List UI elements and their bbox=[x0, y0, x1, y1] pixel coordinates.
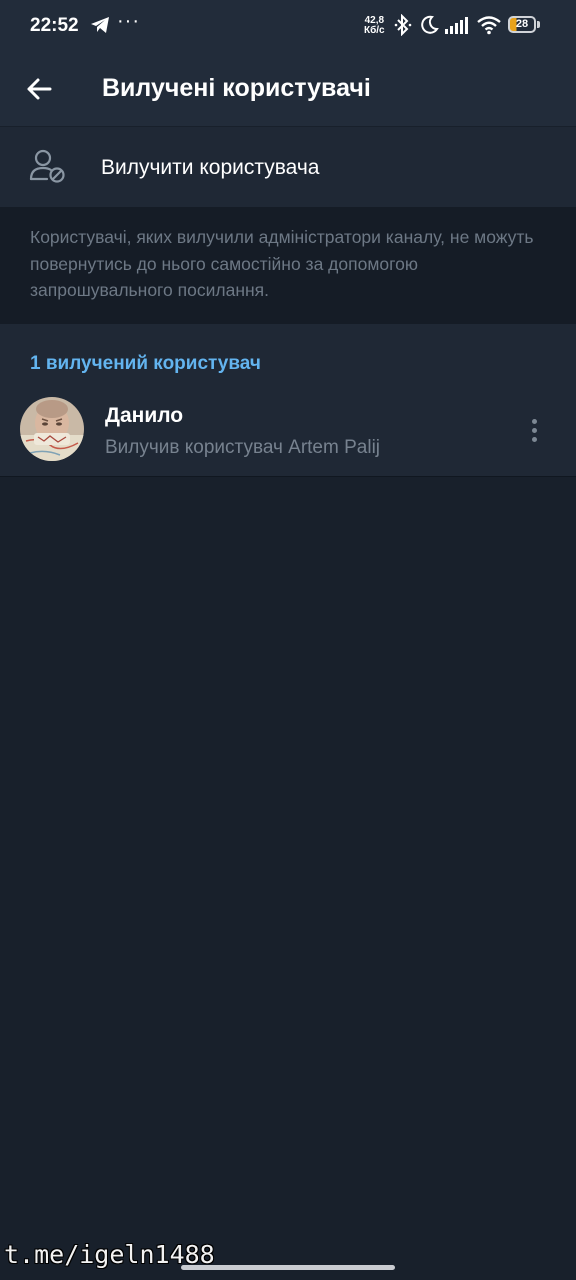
battery-icon: 28 bbox=[508, 16, 536, 33]
bluetooth-icon bbox=[394, 14, 412, 36]
removed-users-section: 1 вилучений користувач Данило Вилучив ко… bbox=[0, 324, 576, 476]
more-notifications-icon: ··· bbox=[117, 10, 140, 32]
info-box: Користувачі, яких вилучили адміністратор… bbox=[0, 207, 576, 324]
info-text: Користувачі, яких вилучили адміністратор… bbox=[30, 227, 534, 300]
section-header: 1 вилучений користувач bbox=[30, 353, 261, 374]
dot-icon bbox=[531, 427, 537, 433]
arrow-left-icon bbox=[27, 78, 52, 100]
network-speed: 42,8 Кб/с bbox=[364, 16, 385, 36]
user-remove-icon bbox=[29, 149, 65, 183]
moon-icon bbox=[421, 15, 439, 34]
more-vertical-icon[interactable] bbox=[520, 412, 548, 448]
page-title: Вилучені користувачі bbox=[102, 74, 371, 102]
signal-icon bbox=[445, 17, 468, 34]
list-item[interactable]: Данило Вилучив користувач Artem Palij bbox=[0, 388, 576, 474]
avatar bbox=[20, 397, 84, 461]
divider bbox=[0, 476, 576, 477]
back-button[interactable] bbox=[18, 68, 60, 110]
status-bar: 22:52 ··· 42,8 Кб/с 28 bbox=[0, 0, 576, 52]
dot-icon bbox=[531, 436, 537, 442]
avatar-photo bbox=[20, 397, 84, 461]
battery-level: 28 bbox=[515, 18, 529, 30]
dot-icon bbox=[531, 418, 537, 424]
user-name: Данило bbox=[105, 404, 184, 427]
app-bar: Вилучені користувачі bbox=[0, 52, 576, 126]
user-removed-by: Вилучив користувач Artem Palij bbox=[105, 437, 381, 458]
telegram-icon bbox=[91, 17, 109, 33]
wifi-icon bbox=[477, 16, 501, 35]
battery-tip bbox=[537, 21, 540, 28]
remove-user-label: Вилучити користувача bbox=[101, 156, 320, 179]
status-time: 22:52 bbox=[30, 15, 79, 36]
remove-user-button[interactable]: Вилучити користувача bbox=[0, 127, 576, 207]
network-speed-unit: Кб/с bbox=[364, 25, 385, 36]
home-indicator[interactable] bbox=[181, 1265, 395, 1270]
